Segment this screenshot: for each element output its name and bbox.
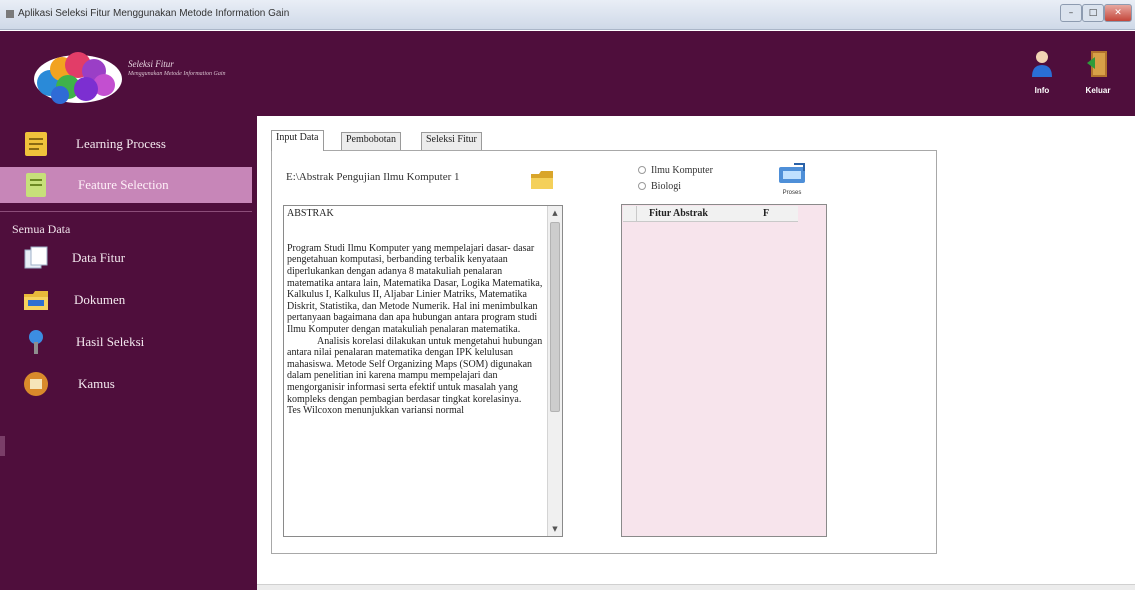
fitur-abstrak-grid[interactable]: Fitur Abstrak F	[621, 204, 827, 537]
radio-circle-icon	[638, 166, 646, 174]
radio-circle-icon	[638, 182, 646, 190]
sidebar-item-learning-process[interactable]: Learning Process	[0, 126, 252, 162]
sidebar-item-label: Hasil Seleksi	[76, 334, 145, 349]
logo-title: Seleksi Fitur	[128, 59, 174, 69]
file-path-label: E:\Abstrak Pengujian Ilmu Komputer 1	[286, 171, 460, 183]
sidebar-item-feature-selection[interactable]: Feature Selection	[0, 167, 252, 203]
abstract-textarea[interactable]: ABSTRAK Program Studi Ilmu Komputer yang…	[283, 205, 563, 537]
exit-door-icon	[1087, 51, 1107, 77]
keluar-button[interactable]: Keluar	[1078, 49, 1118, 109]
sidebar-item-label: Feature Selection	[78, 177, 169, 192]
tab-input-data[interactable]: Input Data	[271, 130, 324, 151]
process-button-label: Proses	[782, 190, 802, 196]
window-titlebar: Aplikasi Seleksi Fitur Menggunakan Metod…	[0, 0, 1135, 30]
maximize-icon: □	[1088, 8, 1098, 18]
close-button[interactable]: ✕	[1104, 4, 1132, 22]
radio-biologi[interactable]: Biologi	[638, 181, 681, 192]
sidebar-item-label: Data Fitur	[72, 250, 126, 265]
tab-pembobotan[interactable]: Pembobotan	[341, 132, 401, 150]
open-folder-icon[interactable]	[530, 169, 554, 191]
radio-label: Biologi	[651, 181, 682, 192]
sidebar-item-label: Learning Process	[76, 136, 166, 151]
process-icon	[779, 163, 805, 183]
minimize-icon: –	[1068, 8, 1074, 18]
radio-label: Ilmu Komputer	[651, 165, 713, 176]
scroll-up-icon[interactable]: ▲	[548, 206, 562, 220]
pages-icon	[24, 246, 48, 269]
app-logo: Seleksi Fitur Menggunakan Metode Informa…	[28, 39, 228, 109]
notepad-icon	[25, 132, 47, 156]
grid-header-row: Fitur Abstrak F	[623, 206, 798, 222]
sidebar-item-dokumen[interactable]: Dokumen	[0, 282, 252, 318]
sidebar-item-hasil-seleksi[interactable]: Hasil Seleksi	[0, 324, 252, 360]
column-header-f[interactable]: F	[763, 208, 769, 219]
window-title: Aplikasi Seleksi Fitur Menggunakan Metod…	[18, 8, 290, 19]
sidebar-item-label: Dokumen	[74, 292, 126, 307]
sidebar-divider	[0, 211, 252, 212]
bottom-strip	[257, 584, 1135, 590]
tab-seleksi-fitur[interactable]: Seleksi Fitur	[421, 132, 482, 150]
folder-icon	[24, 291, 48, 310]
column-header-fitur-abstrak[interactable]: Fitur Abstrak	[649, 208, 708, 219]
info-button[interactable]: Info	[1022, 49, 1062, 109]
logo-subtitle: Menggunakan Metode Information Gain	[128, 71, 226, 77]
sidebar: Learning Process Feature Selection Semua…	[0, 116, 257, 590]
scroll-down-icon[interactable]: ▼	[548, 522, 562, 536]
info-button-label: Info	[1034, 86, 1050, 95]
main-content: Input Data Pembobotan Seleksi Fitur E:\A…	[257, 116, 1135, 590]
sidebar-item-data-fitur[interactable]: Data Fitur	[0, 240, 252, 276]
row-selector-header	[623, 206, 637, 221]
input-data-panel: E:\Abstrak Pengujian Ilmu Komputer 1 ABS…	[271, 150, 937, 554]
section-label-semua-data: Semua Data	[12, 222, 71, 236]
minimize-button[interactable]: –	[1060, 4, 1082, 22]
app-icon	[6, 10, 14, 18]
maximize-button[interactable]: □	[1082, 4, 1104, 22]
sidebar-item-label: Kamus	[78, 376, 115, 391]
sidebar-item-kamus[interactable]: Kamus	[0, 366, 252, 402]
process-button[interactable]: Proses	[772, 163, 812, 196]
abstract-scrollbar[interactable]: ▲ ▼	[547, 206, 562, 536]
close-icon: ✕	[1114, 8, 1122, 18]
scroll-thumb[interactable]	[550, 222, 560, 412]
pin-icon	[29, 330, 43, 354]
book-icon	[24, 372, 48, 396]
sidebar-scroll-handle[interactable]	[0, 436, 5, 456]
cloud-logo-icon	[34, 52, 122, 104]
app-header: Seleksi Fitur Menggunakan Metode Informa…	[0, 31, 1135, 116]
radio-ilmu-komputer[interactable]: Ilmu Komputer	[638, 165, 713, 176]
abstract-text: ABSTRAK Program Studi Ilmu Komputer yang…	[287, 208, 543, 417]
document-green-icon	[26, 173, 46, 197]
keluar-button-label: Keluar	[1085, 86, 1111, 95]
user-icon	[1032, 51, 1052, 77]
